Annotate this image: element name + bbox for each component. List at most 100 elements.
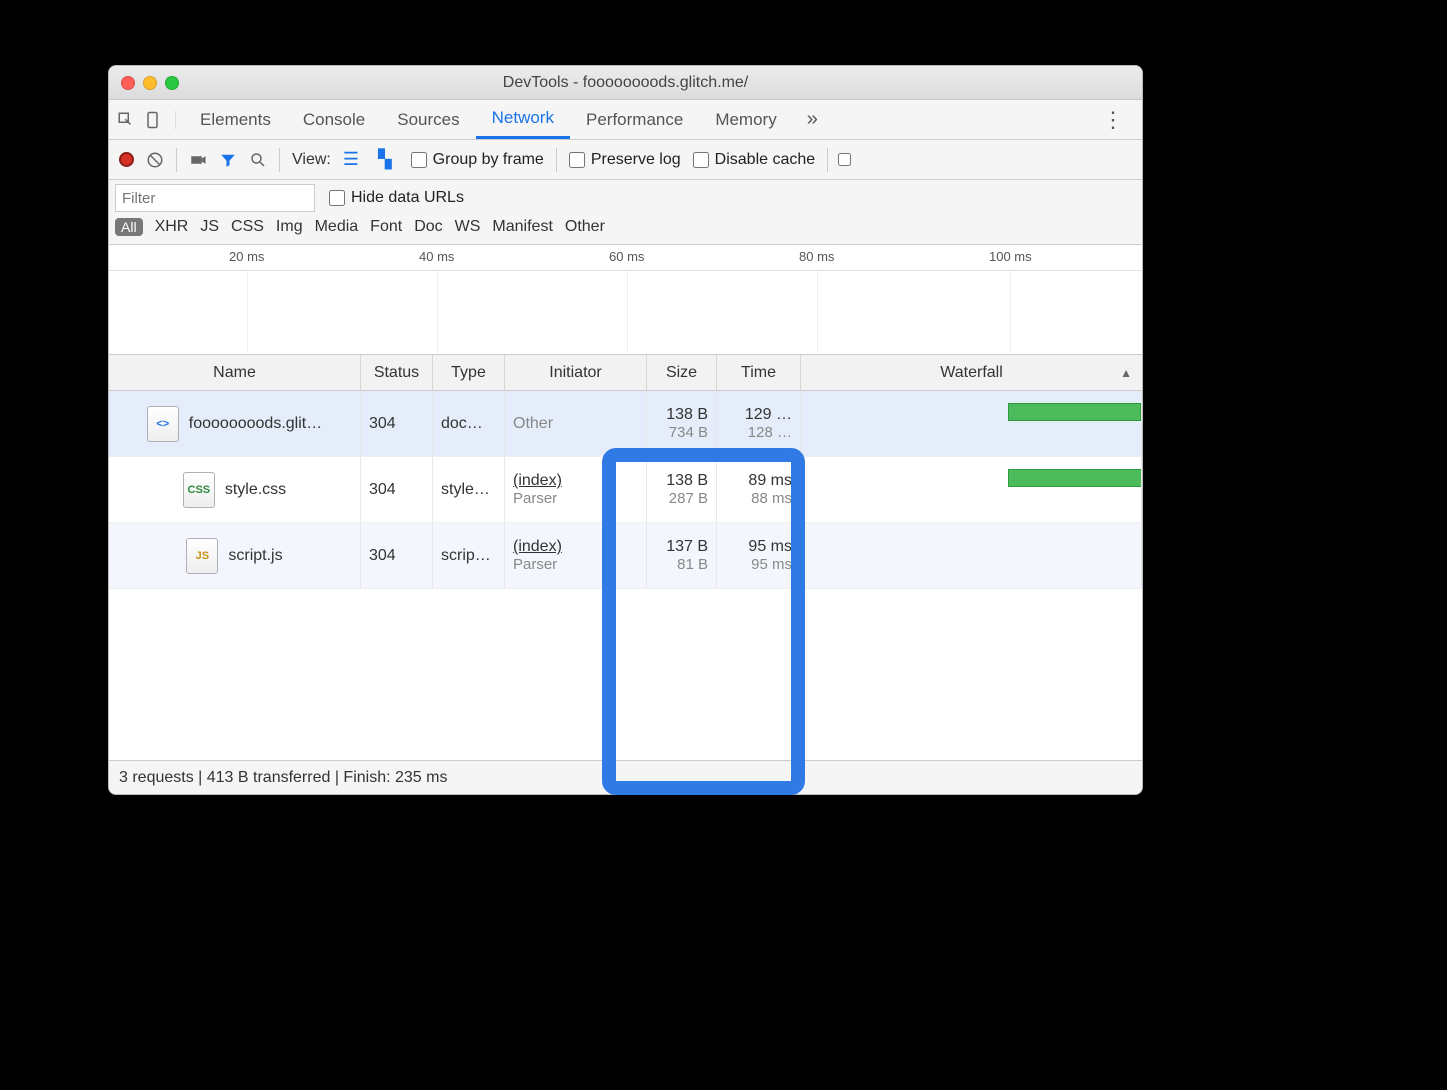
timeline-tick: 40 ms bbox=[419, 249, 454, 264]
preserve-log-checkbox[interactable]: Preserve log bbox=[569, 151, 681, 169]
status-cell: 304 bbox=[361, 391, 433, 456]
waterfall-cell bbox=[801, 523, 1142, 588]
col-time[interactable]: Time bbox=[717, 355, 801, 390]
filter-type-img[interactable]: Img bbox=[276, 218, 303, 236]
size-value: 138 B bbox=[666, 406, 708, 424]
tab-sources[interactable]: Sources bbox=[381, 100, 475, 139]
tab-console[interactable]: Console bbox=[287, 100, 381, 139]
resource-type-filter: All XHR JS CSS Img Media Font Doc WS Manifest Othe… bbox=[115, 218, 1136, 236]
col-type[interactable]: Type bbox=[433, 355, 505, 390]
filter-type-js[interactable]: JS bbox=[200, 218, 219, 236]
view-waterfall-icon[interactable]: ▝▖ bbox=[371, 149, 399, 170]
col-initiator[interactable]: Initiator bbox=[505, 355, 647, 390]
status-cell: 304 bbox=[361, 523, 433, 588]
clear-icon[interactable] bbox=[146, 151, 164, 169]
tab-elements[interactable]: Elements bbox=[184, 100, 287, 139]
tab-memory[interactable]: Memory bbox=[699, 100, 792, 139]
filter-type-font[interactable]: Font bbox=[370, 218, 402, 236]
size-sub: 81 B bbox=[677, 556, 708, 573]
record-icon[interactable] bbox=[119, 152, 134, 167]
titlebar: DevTools - foooooooods.glitch.me/ bbox=[109, 66, 1142, 100]
col-size[interactable]: Size bbox=[647, 355, 717, 390]
filter-bar: Hide data URLs All XHR JS CSS Img Media Font Do… bbox=[109, 180, 1142, 245]
col-status[interactable]: Status bbox=[361, 355, 433, 390]
timeline-tick: 80 ms bbox=[799, 249, 834, 264]
summary-bar: 3 requests | 413 B transferred | Finish:… bbox=[109, 760, 1142, 794]
view-large-icon[interactable]: ☰ bbox=[343, 149, 359, 170]
timeline-tick: 60 ms bbox=[609, 249, 644, 264]
waterfall-bar bbox=[1008, 403, 1141, 421]
filter-type-doc[interactable]: Doc bbox=[414, 218, 442, 236]
html-file-icon: <> bbox=[147, 406, 179, 442]
table-row[interactable]: CSS style.css 304style… (index)Parser 138 B2… bbox=[109, 457, 1142, 523]
minimize-icon[interactable] bbox=[143, 76, 157, 90]
timeline-tick: 20 ms bbox=[229, 249, 264, 264]
camera-icon[interactable] bbox=[189, 151, 207, 169]
initiator-link[interactable]: (index) bbox=[513, 472, 638, 490]
waterfall-bar bbox=[1008, 469, 1142, 487]
filter-icon[interactable] bbox=[219, 151, 237, 169]
devtools-window: DevTools - foooooooods.glitch.me/ Elemen… bbox=[108, 65, 1143, 795]
table-row[interactable]: JS script.js 304scrip… (index)Parser 137 B81… bbox=[109, 523, 1142, 589]
device-icon[interactable] bbox=[145, 111, 163, 129]
filter-type-ws[interactable]: WS bbox=[455, 218, 481, 236]
table-header: NameStatusTypeInitiatorSizeTimeWaterfall… bbox=[109, 355, 1142, 391]
initiator-sub: Parser bbox=[513, 556, 638, 573]
timeline-tick: 100 ms bbox=[989, 249, 1032, 264]
size-sub: 287 B bbox=[669, 490, 708, 507]
request-name: foooooooods.glit… bbox=[189, 415, 322, 433]
time-value: 129 … bbox=[745, 406, 792, 424]
view-label: View: bbox=[292, 151, 331, 169]
search-icon[interactable] bbox=[249, 151, 267, 169]
disable-cache-checkbox[interactable]: Disable cache bbox=[693, 151, 816, 169]
css-file-icon: CSS bbox=[183, 472, 215, 508]
type-cell: scrip… bbox=[433, 523, 505, 588]
sort-indicator-icon: ▲ bbox=[1120, 366, 1132, 380]
time-sub: 128 … bbox=[748, 424, 792, 441]
waterfall-cell bbox=[801, 457, 1142, 522]
panel-tabs: ElementsConsoleSourcesNetworkPerformance… bbox=[109, 100, 1142, 140]
initiator-link: Other bbox=[513, 415, 638, 433]
time-sub: 95 ms bbox=[751, 556, 792, 573]
waterfall-cell bbox=[801, 391, 1142, 456]
table-row[interactable]: <> foooooooods.glit… 304doc… Other 138 B734 … bbox=[109, 391, 1142, 457]
tab-network[interactable]: Network bbox=[476, 100, 570, 139]
zoom-icon[interactable] bbox=[165, 76, 179, 90]
close-icon[interactable] bbox=[121, 76, 135, 90]
request-name: style.css bbox=[225, 481, 286, 499]
filter-type-manifest[interactable]: Manifest bbox=[492, 218, 552, 236]
type-cell: style… bbox=[433, 457, 505, 522]
request-table: NameStatusTypeInitiatorSizeTimeWaterfall… bbox=[109, 355, 1142, 760]
filter-type-other[interactable]: Other bbox=[565, 218, 605, 236]
window-controls bbox=[109, 76, 179, 90]
col-waterfall[interactable]: Waterfall▲ bbox=[801, 355, 1142, 390]
hide-data-urls-checkbox[interactable]: Hide data URLs bbox=[329, 189, 464, 207]
filter-type-all[interactable]: All bbox=[115, 218, 143, 236]
js-file-icon: JS bbox=[186, 538, 218, 574]
initiator-link[interactable]: (index) bbox=[513, 538, 638, 556]
col-name[interactable]: Name bbox=[109, 355, 361, 390]
time-value: 95 ms bbox=[748, 538, 792, 556]
initiator-sub: Parser bbox=[513, 490, 638, 507]
status-cell: 304 bbox=[361, 457, 433, 522]
filter-type-xhr[interactable]: XHR bbox=[155, 218, 189, 236]
timeline-overview[interactable]: 20 ms 40 ms 60 ms 80 ms 100 ms bbox=[109, 245, 1142, 355]
size-value: 138 B bbox=[666, 472, 708, 490]
filter-type-css[interactable]: CSS bbox=[231, 218, 264, 236]
inspect-icon[interactable] bbox=[117, 111, 135, 129]
time-value: 89 ms bbox=[748, 472, 792, 490]
time-sub: 88 ms bbox=[751, 490, 792, 507]
size-sub: 734 B bbox=[669, 424, 708, 441]
offline-checkbox-partial[interactable] bbox=[838, 153, 851, 166]
network-toolbar: View: ☰ ▝▖ Group by frame Preserve log D… bbox=[109, 140, 1142, 180]
filter-type-media[interactable]: Media bbox=[315, 218, 359, 236]
request-name: script.js bbox=[228, 547, 282, 565]
size-value: 137 B bbox=[666, 538, 708, 556]
type-cell: doc… bbox=[433, 391, 505, 456]
group-by-frame-checkbox[interactable]: Group by frame bbox=[411, 151, 544, 169]
tabs-overflow-icon[interactable]: » bbox=[797, 108, 828, 131]
window-title: DevTools - foooooooods.glitch.me/ bbox=[109, 74, 1142, 92]
kebab-menu-icon[interactable]: ⋮ bbox=[1092, 107, 1134, 133]
filter-input[interactable] bbox=[115, 184, 315, 212]
tab-performance[interactable]: Performance bbox=[570, 100, 699, 139]
